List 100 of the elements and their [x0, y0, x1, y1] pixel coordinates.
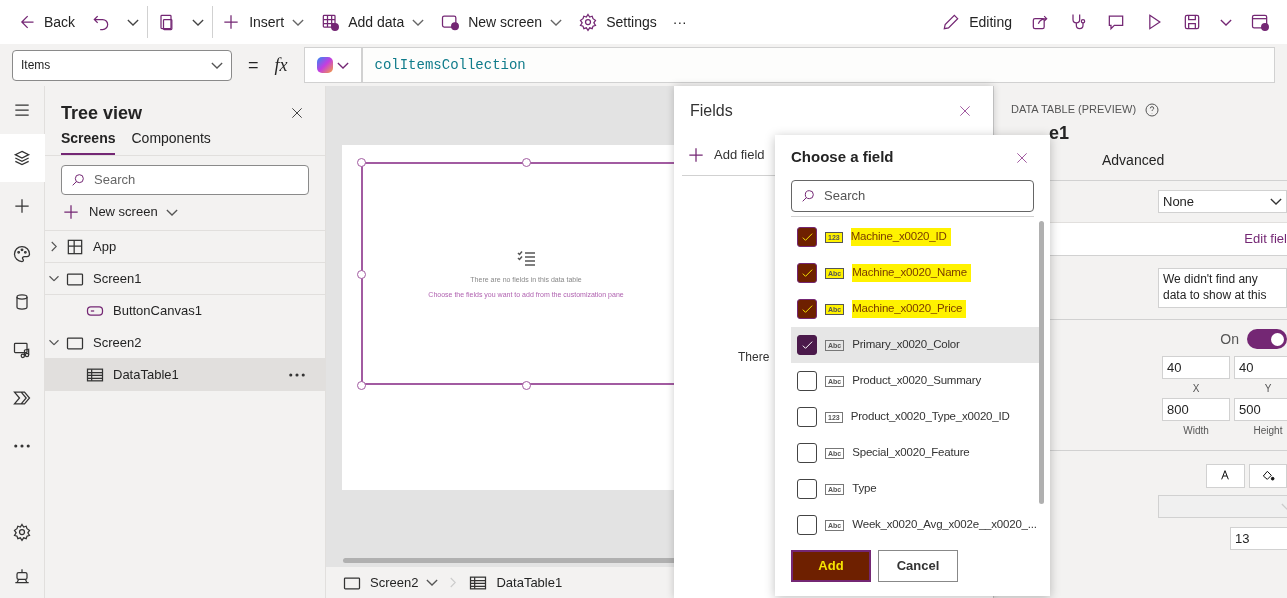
font-color-button[interactable] [1206, 464, 1245, 488]
settings-icon [578, 12, 599, 32]
field-caption: Width [1183, 424, 1209, 438]
control-name: e1 [1048, 122, 1071, 145]
number-field[interactable]: 40 [1234, 356, 1287, 379]
field-name: Primary_x0020_Color [852, 337, 960, 353]
plus-icon [61, 202, 81, 222]
tab[interactable]: Components [131, 128, 211, 155]
chevron-icon [51, 241, 57, 252]
add-button[interactable]: Add [791, 550, 871, 582]
layers-icon [12, 148, 32, 168]
field-name: Type [852, 481, 877, 497]
field-name: Machine_x0020_Name [852, 264, 971, 282]
fill-button[interactable] [1248, 464, 1287, 488]
caret-icon [211, 61, 223, 69]
chevron-icon [48, 339, 60, 346]
editing-button[interactable]: Editing [932, 6, 1021, 38]
toggle-switch[interactable] [1247, 329, 1287, 349]
scrollbar[interactable] [1039, 221, 1044, 504]
field-name: Machine_x0020_Price [852, 300, 967, 318]
search-icon [800, 188, 816, 204]
checkbox[interactable] [797, 443, 817, 463]
tree-item[interactable]: Screen1 [45, 263, 325, 295]
more-icon [14, 444, 30, 448]
checkbox[interactable] [797, 335, 817, 355]
caret-icon [165, 208, 178, 216]
field-name: Week_x0020_Avg_x002e__x0020_... [852, 517, 1037, 533]
breadcrumb-item[interactable]: DataTable1 [468, 572, 563, 593]
field-caption: Y [1264, 382, 1272, 396]
tab[interactable]: Screens [61, 128, 116, 155]
checkbox[interactable] [797, 479, 817, 499]
more-button[interactable]: ··· [664, 6, 695, 38]
field-name: Product_x0020_Summary [852, 373, 981, 389]
fx-label: fx [274, 53, 289, 77]
check-icon [801, 341, 813, 349]
toggle-label: On [1220, 329, 1239, 349]
resize-handle[interactable] [522, 158, 531, 167]
toolbar-button[interactable]: Insert [213, 6, 313, 38]
tree-item[interactable]: DataTable1 [45, 359, 325, 391]
breadcrumb-item[interactable]: Screen2 [342, 572, 439, 593]
search-field[interactable]: Search [791, 180, 1034, 212]
toolbar-button[interactable]: Back [8, 6, 84, 38]
copilot-button[interactable] [303, 47, 362, 83]
field-caption: Height [1253, 424, 1283, 438]
toolbar-button[interactable]: New screen [432, 6, 571, 38]
chevron-icon [48, 275, 60, 282]
caret-icon [127, 18, 140, 26]
panel-title: Fields [690, 101, 733, 121]
panel-title: Tree view [61, 101, 143, 125]
window-upload-icon [1250, 12, 1270, 32]
close-icon [289, 105, 305, 121]
equals-sign: = [247, 53, 260, 77]
chevron-icon [450, 577, 457, 588]
palette-icon [12, 244, 32, 264]
dropdown[interactable]: None [1158, 190, 1287, 213]
search-icon [70, 172, 86, 188]
field-caption: X [1192, 382, 1200, 396]
edit-fields-link[interactable]: Edit fiel [1244, 229, 1287, 249]
check-icon [801, 269, 813, 277]
save-icon [1182, 12, 1202, 32]
number-field[interactable]: 13 [1230, 527, 1287, 550]
caret-icon [1220, 18, 1232, 26]
resize-handle[interactable] [357, 381, 366, 390]
settings-icon [12, 522, 32, 542]
checkbox[interactable] [797, 407, 817, 427]
text-area[interactable]: We didn't find any data to show at this [1158, 267, 1287, 308]
tab[interactable]: Advanced [1102, 150, 1165, 171]
popup-title: Choose a field [791, 147, 894, 168]
media-icon [12, 340, 32, 360]
search-field[interactable]: Search [61, 165, 309, 195]
cancel-button[interactable]: Cancel [878, 550, 958, 582]
body-text: There [738, 349, 770, 366]
checkbox[interactable] [797, 227, 817, 247]
tree-item[interactable]: ButtonCanvas1 [45, 295, 325, 327]
panel-header: DATA TABLE (PREVIEW) [1011, 102, 1137, 118]
field-name: Machine_x0020_ID [850, 228, 951, 246]
tree-item[interactable]: App [45, 231, 325, 263]
checkbox[interactable] [797, 263, 817, 283]
caret-icon [426, 579, 439, 586]
checkbox[interactable] [797, 371, 817, 391]
number-field[interactable]: 800 [1162, 398, 1230, 421]
check-icon [801, 305, 813, 313]
resize-handle[interactable] [357, 269, 366, 279]
resize-handle[interactable] [357, 158, 366, 167]
number-field[interactable]: 40 [1162, 356, 1230, 379]
more-icon [289, 373, 305, 377]
formula-field[interactable]: colItemsCollection [361, 47, 1275, 83]
bot-icon [12, 566, 32, 586]
number-field[interactable]: 500 [1234, 398, 1287, 421]
checkbox[interactable] [797, 299, 817, 319]
toolbar-button[interactable]: Add data [312, 6, 433, 38]
plus-icon [686, 145, 706, 165]
field-name: Special_x0020_Feature [852, 445, 970, 461]
checkbox[interactable] [797, 515, 817, 535]
help-icon [1144, 101, 1161, 118]
property-dropdown[interactable]: Items [12, 49, 232, 81]
new-screen-button[interactable]: New screen [61, 199, 309, 225]
resize-handle[interactable] [522, 381, 531, 390]
caret-icon [336, 61, 349, 69]
toolbar-button[interactable]: Settings [570, 6, 665, 38]
